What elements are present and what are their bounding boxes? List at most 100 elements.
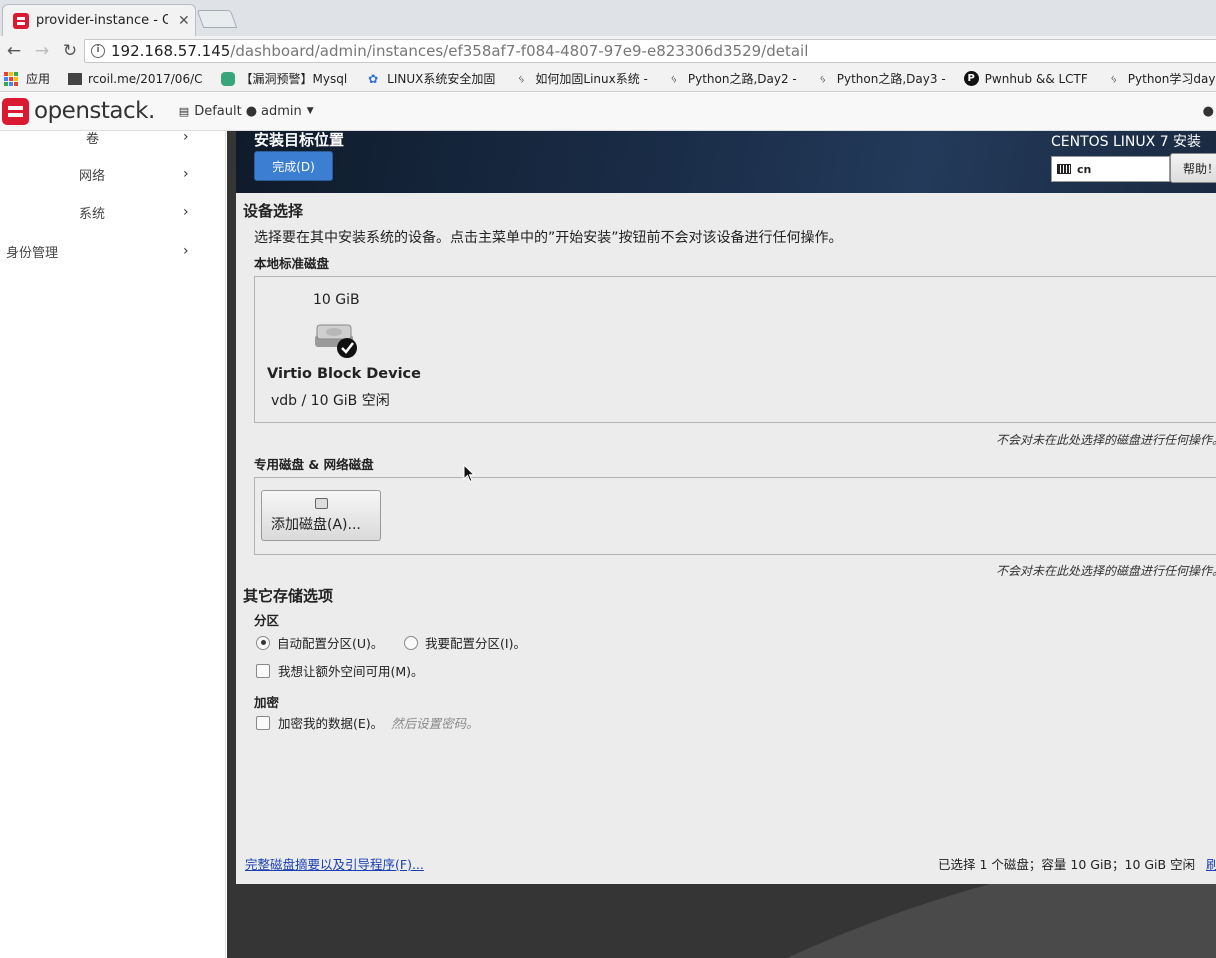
chevron-right-icon: › xyxy=(183,166,189,182)
extra-space-option[interactable]: 我想让额外空间可用(M)。 xyxy=(256,661,424,680)
special-disks-title: 专用磁盘 & 网络磁盘 xyxy=(254,457,374,472)
leaf-icon: ᛃ xyxy=(670,71,678,86)
encrypt-hint: 然后设置密码。 xyxy=(391,716,479,731)
refresh-link[interactable]: 刷新(R) xyxy=(1206,854,1216,873)
bookmarks-bar: 应用 rcoil.me/2017/06/C 【漏洞预警】Mysql ✿ LINU… xyxy=(0,66,1216,92)
keyboard-layout-field[interactable]: cn xyxy=(1051,156,1170,182)
help-button[interactable]: 帮助！ xyxy=(1170,153,1216,183)
p-icon: P xyxy=(963,71,979,86)
bookmark-label: 【漏洞预警】Mysql xyxy=(240,72,348,86)
new-tab-button[interactable] xyxy=(196,10,238,28)
installer-window: 安装目标位置 完成(D) CENTOS LINUX 7 安装 cn 帮助！ 设备… xyxy=(236,131,1216,884)
url-path: /dashboard/admin/instances/ef358af7-f084… xyxy=(230,42,809,60)
separator-dot-icon: ● xyxy=(245,103,258,119)
disk-free-space: vdb / 10 GiB 空闲 xyxy=(271,393,390,409)
leaf-icon: ᛃ xyxy=(819,71,827,86)
caret-down-icon: ▼ xyxy=(306,106,314,116)
shield-icon xyxy=(220,71,235,86)
openstack-header: openstack. ▤ Default ● admin ▼ ● xyxy=(0,92,1216,131)
address-bar[interactable]: i 192.168.57.145/dashboard/admin/instanc… xyxy=(84,39,1216,63)
sidebar-item-system[interactable]: 系统 › xyxy=(79,202,189,222)
keyboard-layout-value: cn xyxy=(1077,162,1092,176)
bookmark-item[interactable]: ᛃ Python之路,Day2 - xyxy=(666,70,797,87)
page-icon xyxy=(68,72,83,85)
done-button[interactable]: 完成(D) xyxy=(254,151,333,181)
project-domain: Default xyxy=(194,103,242,119)
tab-title: provider-instance - Op xyxy=(36,13,168,28)
installer-title: 安装目标位置 xyxy=(254,131,345,149)
checkbox-unchecked-icon[interactable] xyxy=(256,715,270,730)
auto-partition-label: 自动配置分区(U)。 xyxy=(277,636,384,651)
auto-partition-option[interactable]: 自动配置分区(U)。 xyxy=(256,633,383,652)
bookmark-label: Pwnhub && LCTF xyxy=(984,71,1088,86)
bookmark-item[interactable]: ✿ LINUX系统安全加固 xyxy=(365,70,495,87)
radio-selected-icon[interactable] xyxy=(256,635,270,650)
bookmark-label: Python学习day3 xyxy=(1127,72,1216,86)
openstack-favicon-icon xyxy=(13,12,29,29)
bookmark-item[interactable]: P Pwnhub && LCTF xyxy=(963,71,1088,86)
bookmark-label: 如何加固Linux系统 - xyxy=(535,72,648,86)
paw-icon: ✿ xyxy=(368,71,379,86)
mouse-pointer-icon xyxy=(463,464,475,483)
sidebar-item-label: 卷 xyxy=(86,131,100,147)
bookmark-label: Python之路,Day3 - xyxy=(836,72,946,86)
sidebar-item-identity[interactable]: 身份管理 › xyxy=(6,241,189,261)
bookmark-item[interactable]: ᛃ Python学习day3 xyxy=(1106,70,1216,87)
project-user: admin xyxy=(261,103,302,119)
product-name: CENTOS LINUX 7 安装 xyxy=(1051,134,1202,150)
sidebar: 卷 › 网络 › 系统 › 身份管理 › xyxy=(0,129,226,958)
leaf-icon: ᛃ xyxy=(1110,71,1118,86)
chevron-right-icon: › xyxy=(183,129,189,145)
openstack-logo[interactable]: openstack. xyxy=(2,97,155,125)
sidebar-item-label: 身份管理 xyxy=(6,245,59,261)
bookmark-apps[interactable]: 应用 xyxy=(0,70,50,87)
bookmark-item[interactable]: rcoil.me/2017/06/C xyxy=(68,72,203,86)
checkbox-unchecked-icon[interactable] xyxy=(256,663,270,678)
add-disk-label: 添加磁盘(A)... xyxy=(271,517,361,533)
bookmark-label: LINUX系统安全加固 xyxy=(387,72,496,86)
apps-icon xyxy=(4,71,18,86)
browser-tab-active[interactable]: provider-instance - Op ✕ xyxy=(2,4,196,36)
keyboard-icon xyxy=(1057,164,1071,174)
chevron-right-icon: › xyxy=(183,204,189,220)
bookmark-item[interactable]: ᛃ Python之路,Day3 - xyxy=(815,70,946,87)
bookmark-label: 应用 xyxy=(26,72,51,86)
manual-partition-label: 我要配置分区(I)。 xyxy=(425,636,526,651)
add-disk-button[interactable]: 添加磁盘(A)... xyxy=(261,490,381,541)
hard-disk-selected-icon xyxy=(315,324,357,358)
bookmark-item[interactable]: ᛃ 如何加固Linux系统 - xyxy=(513,70,648,87)
info-icon[interactable]: i xyxy=(91,44,105,58)
encrypt-data-option[interactable]: 加密我的数据(E)。 然后设置密码。 xyxy=(256,713,479,732)
installer-header: 安装目标位置 完成(D) CENTOS LINUX 7 安装 cn 帮助！ xyxy=(236,131,1216,193)
special-disks-panel: 添加磁盘(A)... xyxy=(254,477,1216,555)
sidebar-item-volumes[interactable]: 卷 › xyxy=(86,127,189,147)
manual-partition-option[interactable]: 我要配置分区(I)。 xyxy=(404,633,526,652)
other-options-title: 其它存储选项 xyxy=(243,587,334,605)
device-selection-title: 设备选择 xyxy=(243,202,304,220)
disk-add-icon xyxy=(315,498,328,509)
forward-arrow-icon[interactable]: → xyxy=(28,41,56,61)
openstack-logo-text: openstack. xyxy=(34,98,155,124)
device-selection-desc: 选择要在其中安装系统的设备。点击主菜单中的”开始安装”按钮前不会对该设备进行任何… xyxy=(254,230,843,246)
browser-nav-bar: ← → ↻ i 192.168.57.145/dashboard/admin/i… xyxy=(0,36,1216,66)
sidebar-item-network[interactable]: 网络 › xyxy=(79,164,189,184)
tab-close-icon[interactable]: ✕ xyxy=(178,13,190,29)
radio-unselected-icon[interactable] xyxy=(404,635,418,650)
url-host: 192.168.57.145 xyxy=(111,42,231,60)
back-arrow-icon[interactable]: ← xyxy=(0,41,28,61)
extra-space-label: 我想让额外空间可用(M)。 xyxy=(278,664,424,679)
vnc-console[interactable]: 安装目标位置 完成(D) CENTOS LINUX 7 安装 cn 帮助！ 设备… xyxy=(227,131,1216,958)
project-icon: ▤ xyxy=(178,104,190,118)
bookmark-item[interactable]: 【漏洞预警】Mysql xyxy=(220,70,348,87)
chevron-right-icon: › xyxy=(183,243,189,259)
sidebar-item-label: 网络 xyxy=(79,168,106,184)
reload-icon[interactable]: ↻ xyxy=(56,41,84,61)
disk-card-vdb[interactable]: 10 GiB Virtio Block Device vdb / 10 GiB … xyxy=(267,291,421,411)
local-disks-note: 不会对未在此处选择的磁盘进行任何操作。 xyxy=(996,433,1216,447)
special-disks-note: 不会对未在此处选择的磁盘进行任何操作。 xyxy=(996,564,1216,578)
project-picker[interactable]: ▤ Default ● admin ▼ xyxy=(179,104,314,119)
encrypt-data-label: 加密我的数据(E)。 xyxy=(278,716,384,731)
sidebar-item-label: 系统 xyxy=(79,206,106,222)
disk-summary-link[interactable]: 完整磁盘摘要以及引导程序(F)... xyxy=(245,854,424,873)
user-icon[interactable]: ● xyxy=(1203,104,1214,119)
